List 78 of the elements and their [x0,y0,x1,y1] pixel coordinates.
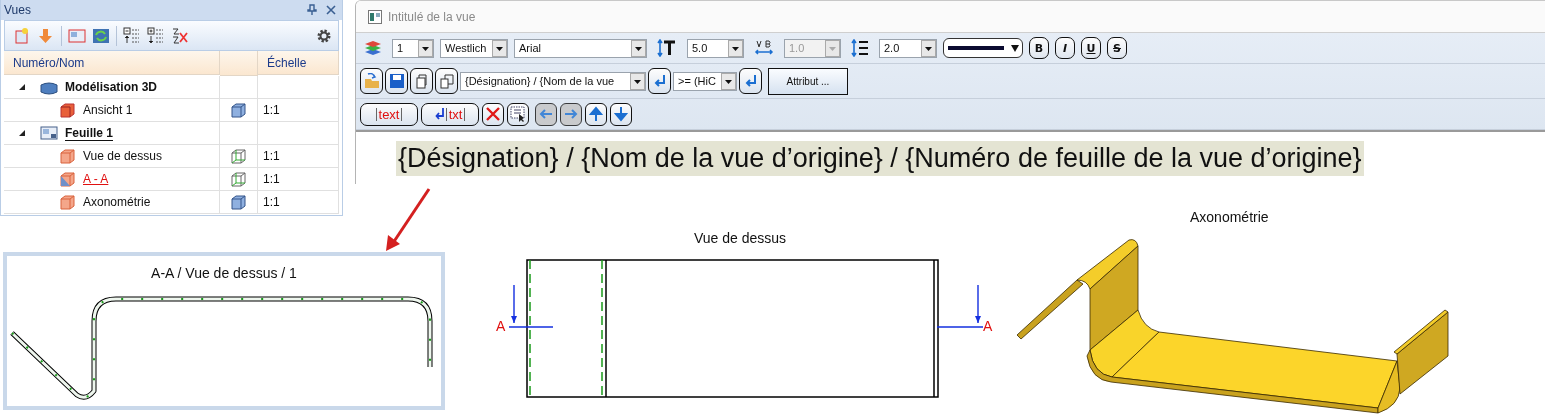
dropdown[interactable]: {Désignation} / {Nom de la vue [460,71,646,91]
bold-toggle[interactable]: B [1029,37,1049,59]
view-title: A-A / Vue de dessus / 1 [151,265,297,281]
tool-button[interactable] [585,102,607,126]
scale-value: 1:1 [262,103,280,117]
tree-item[interactable]: Axonométrie [83,195,151,209]
close-icon[interactable] [326,5,336,15]
column-header[interactable]: Numéro/Nom [4,51,220,75]
refresh-icon[interactable] [92,26,110,45]
solid-cube-icon [59,101,76,119]
enter-button[interactable] [739,68,762,94]
up-arrow-icon [588,106,604,122]
section-cube-icon [59,170,76,188]
section-marker [937,285,983,329]
tool-button[interactable] [435,68,458,94]
layers-icon[interactable] [364,40,382,56]
scale-value: 1:1 [262,172,280,186]
section-marker [509,285,555,329]
underline-toggle[interactable]: U [1081,37,1101,59]
down-arrow-icon [613,106,629,122]
expanded-triangle-icon[interactable] [18,129,26,137]
dropdown[interactable]: >= (HiC [673,71,737,91]
tree-item[interactable]: Vue de dessus [83,149,162,163]
tree-item[interactable]: Ansicht 1 [83,103,133,117]
text-width-icon[interactable] [754,39,774,57]
cube-icon [59,193,76,211]
line-spacing-icon[interactable] [851,39,869,57]
dropdown[interactable]: 5.0 [687,38,744,58]
dropdown-arrow-icon[interactable] [1010,44,1019,52]
expand-list-icon[interactable] [147,26,165,45]
insert-text-button[interactable]: text [360,102,418,126]
sheet-icon [40,124,58,142]
tool-button[interactable] [360,68,383,94]
dropdown[interactable]: 2.0 [879,38,937,58]
text-height-icon[interactable] [657,39,677,57]
delete-icon [485,106,501,122]
attribute-button[interactable]: Attribut ... [768,67,848,95]
line-style-dropdown[interactable] [943,38,1023,58]
collapse-list-icon[interactable] [123,26,141,45]
tree-item[interactable]: A - A [83,172,109,186]
tree-item[interactable]: Feuille 1 [65,125,114,141]
open-folder-icon [363,73,380,89]
window-icon [368,9,382,24]
strike-toggle[interactable]: S [1107,37,1127,59]
tool-button[interactable] [385,68,408,94]
tool-button[interactable] [410,68,433,94]
view-title: Vue de dessus [694,230,787,246]
line-sample-icon [947,46,1004,50]
enter-button[interactable] [648,68,671,94]
pointer-arrow [383,187,433,253]
section-label: A [983,318,993,334]
pin-icon[interactable] [307,4,317,16]
clipboard-icon [413,73,430,89]
tool-button[interactable] [507,102,529,126]
column-header[interactable]: Échelle [258,51,339,75]
sort-clear-icon[interactable] [171,26,189,45]
settings-icon[interactable] [316,27,332,44]
expanded-triangle-icon[interactable] [18,83,26,91]
tool-button[interactable] [482,102,504,126]
dropdown[interactable]: 1 [392,38,434,58]
save-icon [388,73,405,89]
cube-icon [59,147,76,165]
insert-line-button[interactable]: txt [421,102,479,126]
dropdown[interactable]: Westlich [440,38,508,58]
select-cursor-icon [510,106,526,122]
section-label: A [496,318,506,334]
copy-icon [438,73,455,89]
dialog-title: Intitulé de la vue [388,9,476,24]
tree-item[interactable]: Modélisation 3D [65,80,157,94]
scale-value: 1:1 [262,195,280,209]
return-arrow-icon [434,107,445,121]
italic-toggle[interactable]: I [1055,37,1075,59]
dropdown[interactable]: Arial [514,38,647,58]
view-title: Axonométrie [1190,209,1269,225]
tool-button[interactable] [610,102,632,126]
caption-text[interactable]: {Désignation} / {Nom de la vue d’origine} / {Numéro de feuille de la vue d’origine} [396,140,1364,176]
scale-value: 1:1 [262,149,280,163]
panel-title: Vues [4,3,32,17]
